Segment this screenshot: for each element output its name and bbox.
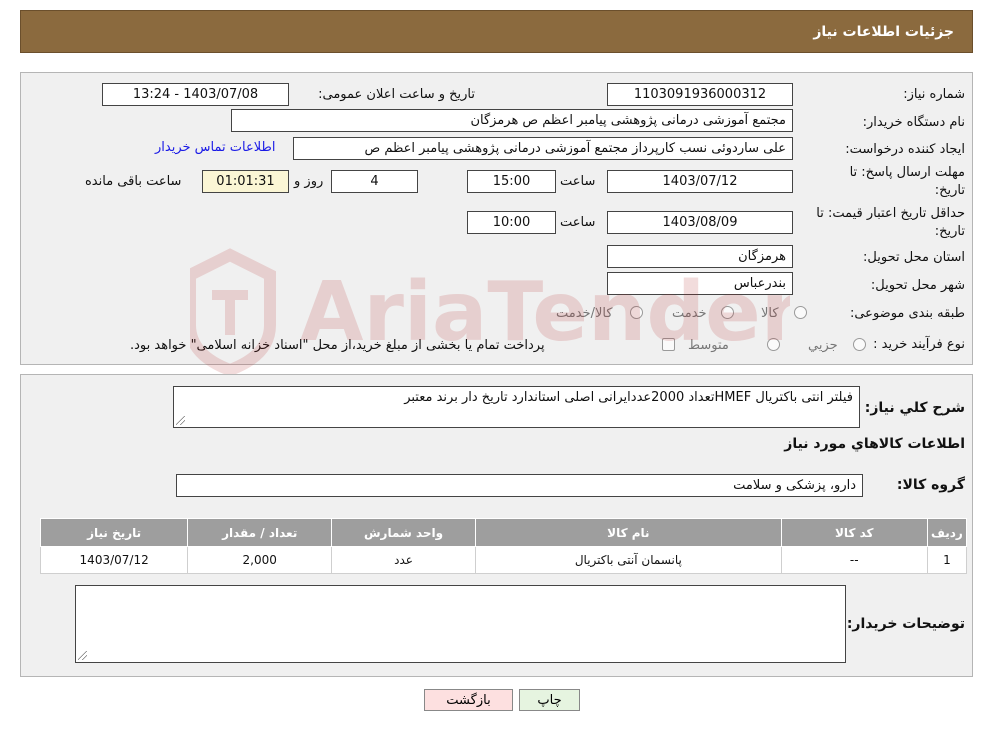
process-type-label: نوع فرآیند خرید : bbox=[873, 337, 965, 352]
validity-date-field[interactable]: 1403/08/09 bbox=[607, 211, 793, 234]
cell-code: -- bbox=[780, 546, 928, 574]
process-option-medium: متوسط bbox=[688, 338, 729, 353]
deadline-label-line2: تاریخ: bbox=[934, 183, 965, 198]
creator-field[interactable]: علی ساردوئی نسب کارپرداز مجتمع آموزشی در… bbox=[293, 137, 793, 160]
col-row: ردیف bbox=[926, 518, 968, 547]
category-radio-service[interactable] bbox=[721, 306, 734, 319]
category-option-service: خدمت bbox=[672, 306, 707, 321]
items-table-wrap: ردیف کد کالا نام کالا واحد شمارش تعداد /… bbox=[39, 518, 968, 574]
creator-label: ایجاد کننده درخواست: bbox=[845, 142, 965, 157]
city-field[interactable]: بندرعباس bbox=[607, 272, 793, 295]
print-button[interactable]: چاپ bbox=[519, 689, 580, 711]
goods-group-field[interactable]: دارو، پزشکی و سلامت bbox=[176, 474, 863, 497]
resize-grip-icon[interactable] bbox=[176, 416, 185, 425]
remaining-time-field: 01:01:31 bbox=[202, 170, 289, 193]
announce-date-label: تاریخ و ساعت اعلان عمومی: bbox=[318, 87, 475, 102]
cell-name: پانسمان آنتی باکتریال bbox=[475, 546, 782, 574]
col-unit: واحد شمارش bbox=[331, 518, 476, 547]
summary-label: شرح کلي نياز: bbox=[864, 400, 965, 416]
col-name: نام کالا bbox=[475, 518, 782, 547]
days-label: روز و bbox=[294, 174, 324, 189]
buyer-contact-link[interactable]: اطلاعات تماس خریدار bbox=[155, 140, 275, 155]
buyer-org-label: نام دستگاه خریدار: bbox=[862, 115, 965, 130]
validity-label-line1: حداقل تاریخ اعتبار قیمت: تا bbox=[816, 206, 965, 221]
summary-text: فیلتر انتی باکتریال HMEFتعداد 2000عددایر… bbox=[404, 390, 853, 405]
process-radio-medium[interactable] bbox=[767, 338, 780, 351]
process-radio-minor[interactable] bbox=[853, 338, 866, 351]
deadline-label-line1: مهلت ارسال پاسخ: تا bbox=[849, 165, 965, 180]
goods-group-label: گروه کالا: bbox=[896, 477, 965, 493]
deadline-time-field[interactable]: 15:00 bbox=[467, 170, 556, 193]
col-code: کد کالا bbox=[780, 518, 928, 547]
category-radio-goods-service[interactable] bbox=[630, 306, 643, 319]
category-radio-goods[interactable] bbox=[794, 306, 807, 319]
announce-date-field[interactable]: 1403/07/08 - 13:24 bbox=[102, 83, 289, 106]
process-option-minor: جزیي bbox=[808, 338, 838, 353]
category-option-goods-service: کالا/خدمت bbox=[556, 306, 613, 321]
category-label: طبقه بندی موضوعی: bbox=[849, 306, 965, 321]
buyer-notes-textarea[interactable] bbox=[75, 585, 846, 663]
validity-label-line2: تاریخ: bbox=[934, 224, 965, 239]
category-option-goods: کالا bbox=[761, 306, 779, 321]
buyer-notes-label: توضیحات خریدار: bbox=[846, 616, 965, 632]
resize-grip-icon[interactable] bbox=[78, 651, 87, 660]
city-label: شهر محل تحویل: bbox=[870, 278, 965, 293]
need-number-field[interactable]: 1103091936000312 bbox=[607, 83, 793, 106]
validity-time-label: ساعت bbox=[560, 215, 596, 230]
table-row: 1 -- پانسمان آنتی باکتریال عدد 2,000 140… bbox=[39, 546, 968, 574]
items-table-header: ردیف کد کالا نام کالا واحد شمارش تعداد /… bbox=[39, 518, 968, 547]
items-table: ردیف کد کالا نام کالا واحد شمارش تعداد /… bbox=[39, 518, 968, 574]
buyer-org-field[interactable]: مجتمع آموزشی درمانی پژوهشی پیامبر اعظم ص… bbox=[231, 109, 793, 132]
page-title: جزئیات اطلاعات نیاز bbox=[813, 24, 954, 40]
items-heading: اطلاعات کالاهاي مورد نياز bbox=[784, 436, 965, 452]
treasury-note: پرداخت تمام یا بخشی از مبلغ خرید،از محل … bbox=[130, 338, 545, 353]
province-label: استان محل تحویل: bbox=[863, 250, 965, 265]
need-number-label: شماره نیاز: bbox=[903, 87, 965, 102]
deadline-time-label: ساعت bbox=[560, 174, 596, 189]
col-qty: تعداد / مقدار bbox=[187, 518, 333, 547]
cell-date: 1403/07/12 bbox=[39, 546, 189, 574]
back-button[interactable]: بازگشت bbox=[424, 689, 513, 711]
col-date: تاریخ نیاز bbox=[39, 518, 189, 547]
remaining-time-label: ساعت باقی مانده bbox=[85, 174, 182, 189]
deadline-date-field[interactable]: 1403/07/12 bbox=[607, 170, 793, 193]
days-field[interactable]: 4 bbox=[331, 170, 418, 193]
page-header: جزئیات اطلاعات نیاز bbox=[20, 10, 973, 53]
province-field[interactable]: هرمزگان bbox=[607, 245, 793, 268]
cell-row: 1 bbox=[926, 546, 968, 574]
validity-time-field[interactable]: 10:00 bbox=[467, 211, 556, 234]
summary-textarea[interactable]: فیلتر انتی باکتریال HMEFتعداد 2000عددایر… bbox=[173, 386, 860, 428]
cell-unit: عدد bbox=[331, 546, 476, 574]
treasury-checkbox[interactable] bbox=[662, 338, 675, 351]
cell-qty: 2,000 bbox=[187, 546, 333, 574]
